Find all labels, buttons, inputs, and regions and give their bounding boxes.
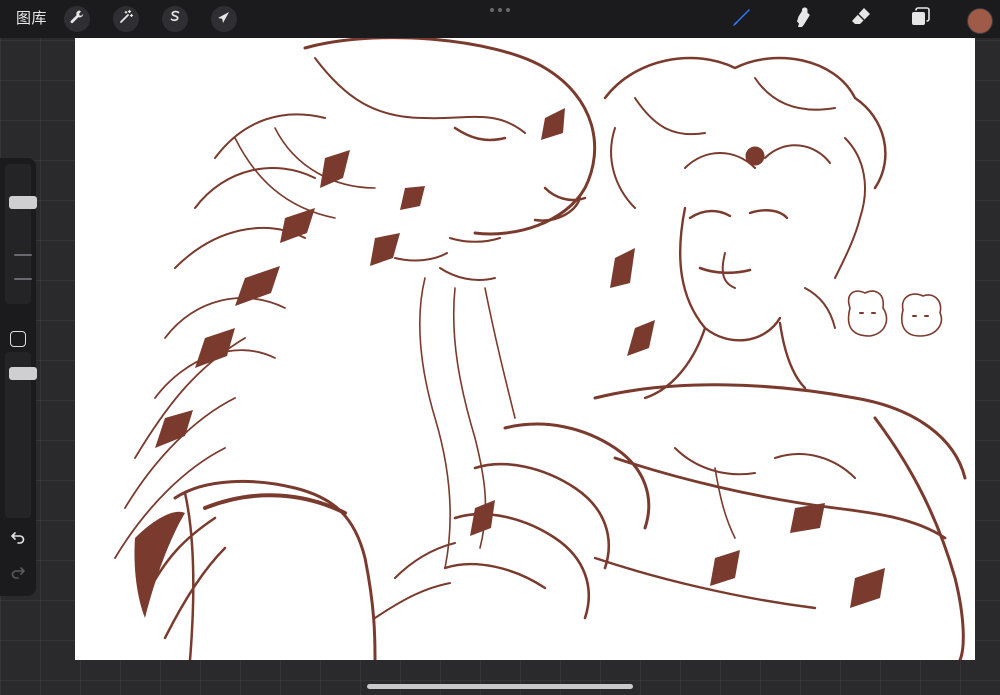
selection-s-icon xyxy=(167,9,183,30)
transform-button[interactable] xyxy=(211,6,237,32)
wrench-icon xyxy=(69,9,85,30)
eraser-icon xyxy=(849,5,873,34)
line-art-sketch xyxy=(114,38,967,660)
actions-button[interactable] xyxy=(64,6,90,32)
gallery-button[interactable]: 图库 xyxy=(16,9,47,29)
toolbar-grabber[interactable] xyxy=(490,8,510,14)
brush-icon xyxy=(730,5,754,34)
redo-arrow-icon xyxy=(10,564,26,585)
brush-size-slider[interactable] xyxy=(5,164,37,304)
slider-tick xyxy=(14,278,32,280)
eraser-tool-button[interactable] xyxy=(847,5,875,33)
undo-button[interactable] xyxy=(8,529,28,549)
brush-opacity-thumb[interactable] xyxy=(9,367,37,381)
magic-wand-icon xyxy=(118,9,134,30)
modify-button[interactable] xyxy=(10,331,26,347)
brush-tool-button[interactable] xyxy=(728,5,756,33)
left-sidebar xyxy=(0,158,37,596)
color-picker-button[interactable] xyxy=(967,8,993,34)
slider-tick xyxy=(14,254,32,256)
brush-opacity-slider[interactable] xyxy=(5,352,37,518)
top-toolbar: 图库 xyxy=(0,0,1000,38)
drawing-canvas[interactable] xyxy=(75,38,975,660)
smudge-finger-icon xyxy=(790,5,814,34)
brush-size-thumb[interactable] xyxy=(9,195,37,209)
layers-icon xyxy=(908,5,932,34)
undo-arrow-icon xyxy=(10,529,26,550)
redo-button[interactable] xyxy=(8,564,28,584)
smudge-tool-button[interactable] xyxy=(788,5,816,33)
adjustments-button[interactable] xyxy=(113,6,139,32)
arrow-cursor-icon xyxy=(216,9,232,30)
selection-button[interactable] xyxy=(162,6,188,32)
layers-button[interactable] xyxy=(906,5,934,33)
home-indicator[interactable] xyxy=(367,684,633,689)
